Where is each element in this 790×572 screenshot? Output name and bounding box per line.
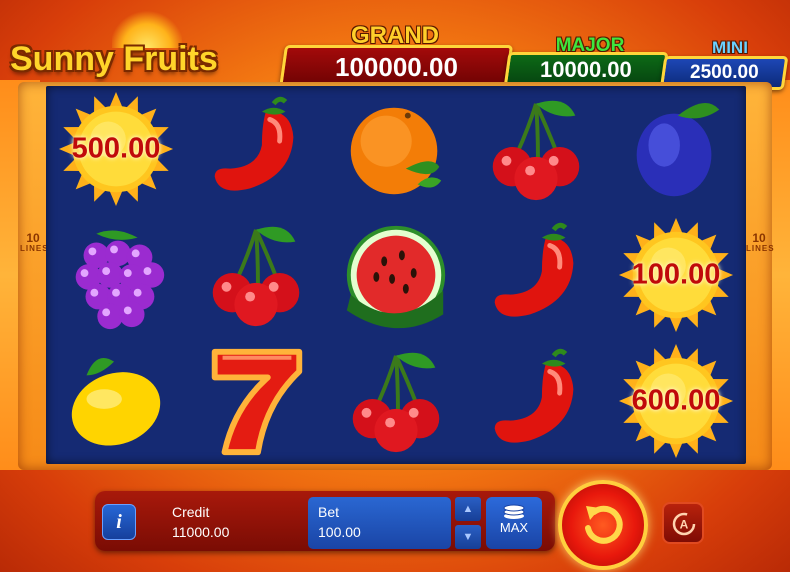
reel-5-symbol-3: 600.00 xyxy=(606,338,746,464)
bet-label: Bet xyxy=(318,504,340,520)
reel-2-symbol-2 xyxy=(186,212,326,338)
paylines-word: LINES xyxy=(20,243,49,253)
credit-label: Credit xyxy=(172,504,210,520)
game-logo: Sunny Fruits xyxy=(10,40,218,78)
svg-text:A: A xyxy=(680,518,689,532)
autoplay-icon: A xyxy=(672,512,696,536)
cherries-icon xyxy=(352,352,440,453)
reel-4-symbol-2 xyxy=(466,212,606,338)
reel-3-symbol-2 xyxy=(326,212,466,338)
reel-1-symbol-3 xyxy=(46,338,186,464)
chili-icon xyxy=(494,348,574,443)
reel-2-symbol-1 xyxy=(186,86,326,212)
bet-display: Bet 100.00 xyxy=(308,497,451,549)
seven-icon xyxy=(211,348,303,456)
triangle-down-icon: ▼ xyxy=(462,531,474,543)
coin-stack-icon xyxy=(503,504,525,519)
plum-icon xyxy=(636,103,720,197)
triangle-up-icon: ▲ xyxy=(462,503,474,515)
paylines-count: 10 xyxy=(26,231,40,245)
major-jackpot-amount: 10000.00 xyxy=(540,57,632,82)
chili-icon xyxy=(494,222,574,317)
reel-1-symbol-2 xyxy=(46,212,186,338)
chili-icon xyxy=(214,96,294,191)
spin-arrow-icon xyxy=(585,505,623,544)
win-amount: 600.00 xyxy=(631,384,721,417)
reel-4-symbol-3 xyxy=(466,338,606,464)
info-button[interactable]: i xyxy=(102,504,136,540)
paylines-count: 10 xyxy=(752,231,766,245)
bet-decrease-button[interactable]: ▼ xyxy=(455,525,481,549)
grapes-icon xyxy=(75,230,165,330)
max-bet-label: MAX xyxy=(499,520,529,535)
mini-jackpot-label: MINI xyxy=(712,38,748,57)
reel-3-symbol-1 xyxy=(326,86,466,212)
reel-3-symbol-3 xyxy=(326,338,466,464)
lemon-icon xyxy=(71,357,161,446)
bet-value: 100.00 xyxy=(318,524,361,540)
orange-icon xyxy=(350,107,442,195)
paylines-badge-right: 10 LINES xyxy=(746,231,775,253)
reel-2-symbol-3 xyxy=(186,338,326,464)
bet-increase-button[interactable]: ▲ xyxy=(455,497,481,521)
win-amount: 100.00 xyxy=(631,258,721,291)
max-bet-button[interactable]: MAX xyxy=(486,497,542,549)
cherries-icon xyxy=(492,100,580,201)
grand-jackpot-amount: 100000.00 xyxy=(334,52,458,82)
win-amount: 500.00 xyxy=(71,132,161,165)
watermelon-icon xyxy=(346,225,446,329)
reel-grid: 500.00 100.00 600.00 xyxy=(46,86,746,464)
reel-4-symbol-1 xyxy=(466,86,606,212)
paylines-badge-left: 10 LINES xyxy=(20,231,49,253)
paylines-word: LINES xyxy=(746,243,775,253)
cherries-icon xyxy=(212,226,300,327)
autoplay-button[interactable]: A xyxy=(662,502,704,544)
spin-button[interactable] xyxy=(558,480,648,570)
reel-1-symbol-1: 500.00 xyxy=(46,86,186,212)
reel-5-symbol-1 xyxy=(606,86,746,212)
reel-5-symbol-2: 100.00 xyxy=(606,212,746,338)
credit-value: 11000.00 xyxy=(172,524,230,540)
credit-display: Credit 11000.00 xyxy=(172,502,229,542)
